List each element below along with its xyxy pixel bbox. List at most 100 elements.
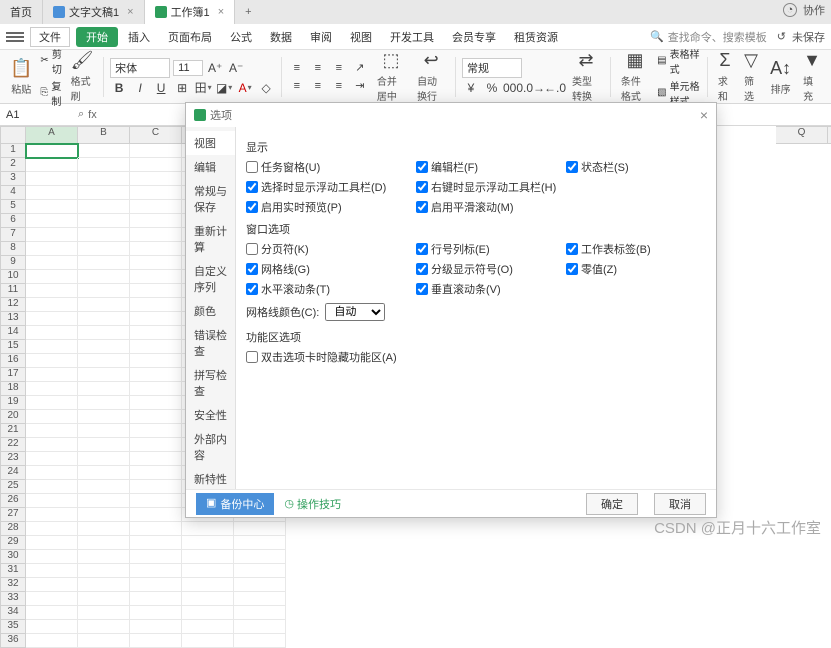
cell[interactable] — [26, 354, 78, 368]
row-header[interactable]: 32 — [0, 578, 26, 592]
dialog-titlebar[interactable]: 选项 × — [186, 103, 716, 127]
side-new[interactable]: 新特性 — [186, 467, 235, 489]
cell[interactable] — [234, 536, 286, 550]
collab-label[interactable]: 协作 — [803, 2, 825, 18]
tips-link[interactable]: ◷ 操作技巧 — [284, 496, 341, 512]
cell[interactable] — [78, 466, 130, 480]
cell[interactable] — [130, 606, 182, 620]
row-header[interactable]: 21 — [0, 424, 26, 438]
cell[interactable] — [182, 634, 234, 648]
cell[interactable] — [26, 452, 78, 466]
dec-dec[interactable]: ←.0 — [546, 80, 564, 96]
cell[interactable] — [26, 480, 78, 494]
cell[interactable] — [130, 172, 182, 186]
cell[interactable] — [130, 256, 182, 270]
cell[interactable] — [130, 312, 182, 326]
sum[interactable]: Σ求和 — [714, 50, 736, 103]
cell[interactable] — [26, 396, 78, 410]
row-header[interactable]: 17 — [0, 368, 26, 382]
opt-vscroll[interactable]: 垂直滚动条(V) — [416, 281, 566, 297]
row-header[interactable]: 2 — [0, 158, 26, 172]
cell[interactable] — [26, 284, 78, 298]
font-name-select[interactable]: 宋体 — [110, 58, 170, 78]
cell[interactable] — [78, 424, 130, 438]
font-size-select[interactable]: 11 — [173, 60, 203, 76]
tab-add[interactable]: + — [235, 0, 261, 24]
row-header[interactable]: 35 — [0, 620, 26, 634]
row-header[interactable]: 1 — [0, 144, 26, 158]
align-bot[interactable]: ≡ — [330, 60, 348, 76]
close-icon[interactable]: × — [700, 107, 708, 123]
cell[interactable] — [26, 410, 78, 424]
row-header[interactable]: 3 — [0, 172, 26, 186]
menu-insert[interactable]: 插入 — [120, 29, 158, 45]
underline[interactable]: U — [152, 80, 170, 96]
cell[interactable] — [26, 186, 78, 200]
row-header[interactable]: 31 — [0, 564, 26, 578]
backup-center-button[interactable]: ▣ 备份中心 — [196, 493, 274, 515]
increase-font[interactable]: A⁺ — [206, 60, 224, 76]
cell[interactable] — [26, 578, 78, 592]
cell[interactable] — [78, 326, 130, 340]
cell[interactable] — [26, 634, 78, 648]
cell[interactable] — [130, 438, 182, 452]
cell[interactable] — [78, 396, 130, 410]
cell[interactable] — [78, 634, 130, 648]
cell[interactable] — [26, 144, 78, 158]
cell[interactable] — [130, 522, 182, 536]
close-icon[interactable]: × — [218, 6, 224, 18]
cell[interactable] — [26, 326, 78, 340]
cell[interactable] — [26, 550, 78, 564]
cell[interactable] — [78, 186, 130, 200]
align-top[interactable]: ≡ — [288, 60, 306, 76]
cell[interactable] — [26, 438, 78, 452]
side-color[interactable]: 颜色 — [186, 299, 235, 323]
opt-editbar[interactable]: 编辑栏(F) — [416, 159, 566, 175]
cell[interactable] — [78, 620, 130, 634]
cell[interactable] — [78, 298, 130, 312]
cell[interactable] — [78, 564, 130, 578]
cell[interactable] — [26, 424, 78, 438]
indent[interactable]: ⇥ — [351, 78, 369, 94]
type-convert[interactable]: ⇄类型转换 — [568, 50, 604, 103]
side-edit[interactable]: 编辑 — [186, 155, 235, 179]
cell[interactable] — [26, 312, 78, 326]
side-custom-list[interactable]: 自定义序列 — [186, 259, 235, 299]
cell[interactable] — [78, 452, 130, 466]
unsaved-label[interactable]: 未保存 — [792, 29, 825, 45]
dec-inc[interactable]: .0→ — [525, 80, 543, 96]
menu-data[interactable]: 数据 — [262, 29, 300, 45]
row-header[interactable]: 7 — [0, 228, 26, 242]
cell[interactable] — [130, 340, 182, 354]
cell[interactable] — [78, 214, 130, 228]
cut-button[interactable]: ✂ 剪切 — [40, 46, 62, 76]
fill-color[interactable]: ◪▾ — [215, 80, 233, 96]
side-general[interactable]: 常规与保存 — [186, 179, 235, 219]
cell[interactable] — [130, 620, 182, 634]
side-view[interactable]: 视图 — [186, 131, 235, 155]
cell[interactable] — [26, 200, 78, 214]
cell[interactable] — [234, 550, 286, 564]
cell[interactable] — [182, 578, 234, 592]
cell[interactable] — [78, 578, 130, 592]
cell[interactable] — [182, 550, 234, 564]
opt-sel-float[interactable]: 选择时显示浮动工具栏(D) — [246, 179, 416, 195]
cell[interactable] — [78, 144, 130, 158]
cell[interactable] — [130, 382, 182, 396]
clear-fmt[interactable]: ◇ — [257, 80, 275, 96]
cell[interactable] — [78, 550, 130, 564]
currency[interactable]: ¥ — [462, 80, 480, 96]
opt-statusbar[interactable]: 状态栏(S) — [566, 159, 706, 175]
cell[interactable] — [26, 270, 78, 284]
cell[interactable] — [78, 270, 130, 284]
cell[interactable] — [234, 522, 286, 536]
cell[interactable] — [234, 592, 286, 606]
merge-center[interactable]: ⬚合并居中 — [373, 50, 409, 103]
cell[interactable] — [26, 228, 78, 242]
side-external[interactable]: 外部内容 — [186, 427, 235, 467]
file-menu[interactable]: 文件 — [30, 27, 70, 47]
cell[interactable] — [234, 634, 286, 648]
cell[interactable] — [78, 200, 130, 214]
cell[interactable] — [130, 508, 182, 522]
opt-dblclick-hide[interactable]: 双击选项卡时隐藏功能区(A) — [246, 349, 416, 365]
